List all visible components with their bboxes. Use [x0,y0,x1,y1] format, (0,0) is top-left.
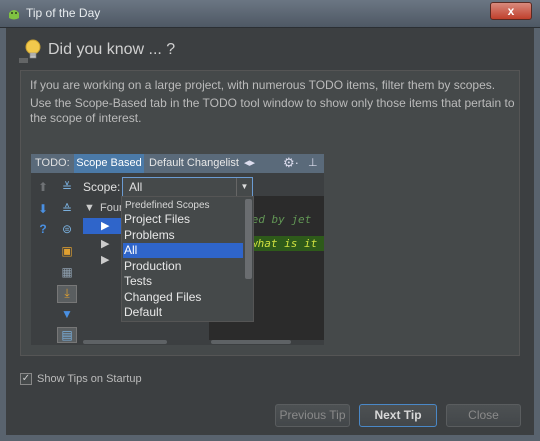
code-todo-line: what is it [251,237,318,250]
hide-icon: ⊥ [308,157,318,169]
window-close-button[interactable]: x [490,2,532,20]
tab-arrows-icon: ◂▸ [244,157,256,169]
scope-value: All [129,180,143,194]
tree-scrollbar [83,340,167,344]
dropdown-item: Production [124,259,182,273]
dropdown-item: Tests [124,274,153,288]
arrow-down-icon: ⬇ [37,202,49,216]
next-tip-button[interactable]: Next Tip [359,404,437,427]
code-comment-line: ted by jet [245,213,312,226]
expand-all-icon: ≚ [61,180,73,194]
dropdown-item: Project Files [124,212,191,226]
toolwindow-header: TODO: Scope Based Default Changelist ◂▸ … [31,154,324,173]
toolwindow-label: TODO: [35,157,70,169]
tip-paragraph-1: If you are working on a large project, w… [30,78,496,92]
dropdown-item: Problems [124,228,175,242]
dropdown-item-selected: All [123,243,243,258]
tree-expand-icon: ▼ [84,202,95,214]
collapse-all-icon: ≙ [61,202,73,216]
tip-heading: Did you know ... ? [48,41,176,58]
window-title: Tip of the Day [26,6,101,20]
filter-brackets-icon: ⊜ [61,222,73,236]
tree-collapse-icon: ▶ [101,254,110,266]
flatten-icon: ▦ [61,265,73,279]
dropdown-group-header: Predefined Scopes [125,200,210,211]
dropdown-item: Default [124,305,163,319]
scope-combobox: All ▼ [122,177,253,197]
close-button[interactable]: Close [446,404,521,427]
tab-default-changelist: Default Changelist [149,157,239,169]
show-tips-label[interactable]: Show Tips on Startup [37,373,142,385]
tree-root-label: Four [100,202,123,214]
code-scrollbar [211,340,291,344]
title-bar: Tip of the Day x [0,0,540,28]
dropdown-scrollbar [245,199,252,279]
group-icon: ▣ [61,244,73,258]
preview-icon: ▤ [57,327,77,343]
tab-scope-based: Scope Based [74,154,144,173]
todo-illustration: TODO: Scope Based Default Changelist ◂▸ … [31,154,324,345]
tip-paragraph-2: Use the Scope-Based tab in the TODO tool… [30,96,515,125]
tree-collapse-icon: ▶ [101,220,110,232]
scope-dropdown-list: Predefined Scopes Project Files Problems… [121,196,254,322]
chevron-down-icon: ▼ [236,178,252,196]
export-icon: ⤓ [57,285,77,303]
scope-label: Scope: [83,180,121,194]
lightbulb-icon [19,39,41,63]
dropdown-item: Changed Files [124,290,202,304]
gear-icon: ⚙· [283,155,299,170]
filter-icon: ▼ [61,307,73,321]
android-icon [9,10,19,20]
arrow-up-icon: ⬆ [37,180,49,194]
previous-tip-button[interactable]: Previous Tip [275,404,350,427]
tree-collapse-icon: ▶ [101,238,110,250]
help-icon: ? [39,222,47,236]
show-tips-checkbox[interactable]: ✓ [20,373,32,385]
